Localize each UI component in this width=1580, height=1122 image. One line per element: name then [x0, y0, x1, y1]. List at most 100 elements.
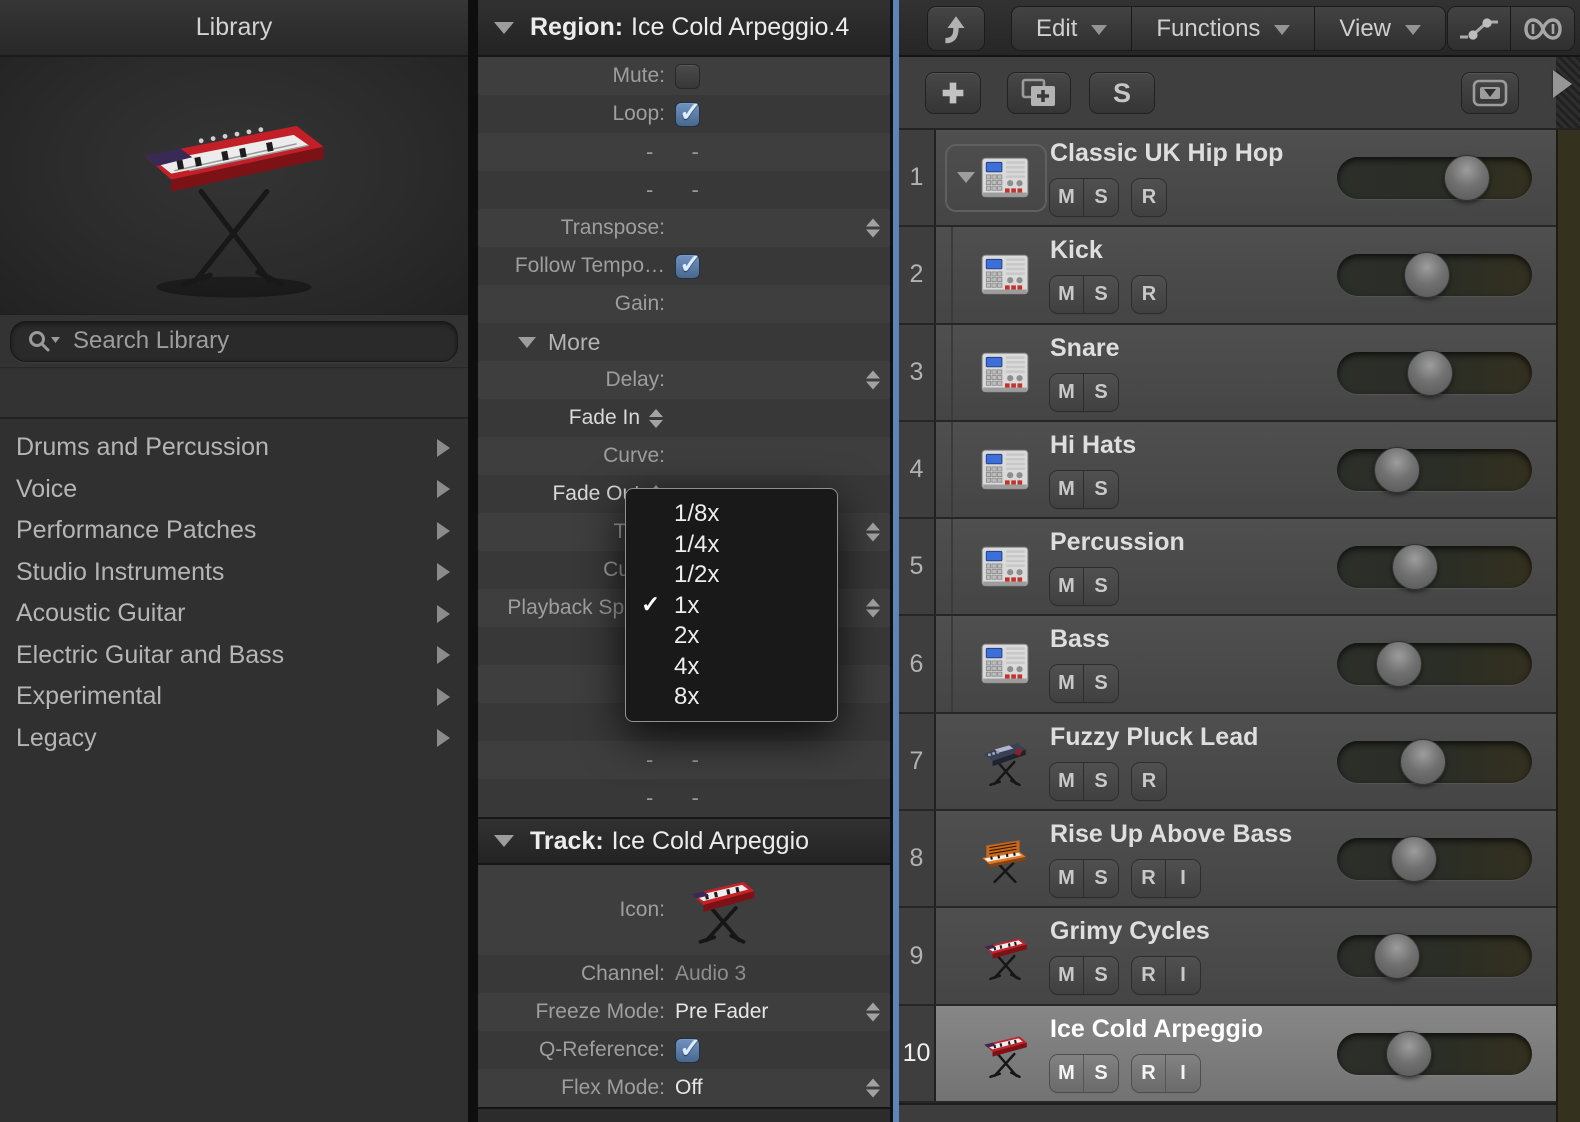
- solo-button[interactable]: S: [1084, 470, 1118, 508]
- mute-button[interactable]: M: [1050, 568, 1084, 606]
- solo-button[interactable]: S: [1084, 179, 1118, 216]
- menu-item[interactable]: 8x: [626, 682, 837, 713]
- menu-item[interactable]: 2x: [626, 621, 837, 652]
- volume-knob[interactable]: [1444, 155, 1490, 201]
- input-monitor-button[interactable]: I: [1166, 957, 1200, 995]
- mute-button[interactable]: M: [1050, 860, 1084, 898]
- solo-button[interactable]: S: [1084, 373, 1118, 411]
- volume-slider[interactable]: [1337, 738, 1532, 785]
- disclosure-triangle-icon[interactable]: [494, 21, 514, 34]
- track-header-row[interactable]: 7 Fuzzy Pluck Lead M S R: [899, 713, 1556, 812]
- record-enable-button[interactable]: R: [1132, 860, 1166, 898]
- library-category-item[interactable]: Experimental: [0, 676, 468, 718]
- stepper-control[interactable]: [864, 597, 882, 620]
- volume-knob[interactable]: [1376, 641, 1422, 688]
- track-icon-preview[interactable]: [679, 868, 765, 953]
- volume-slider[interactable]: [1337, 446, 1532, 493]
- checkbox[interactable]: [675, 249, 702, 280]
- mute-button[interactable]: M: [1050, 957, 1084, 995]
- menu-item[interactable]: 1/8x: [626, 499, 837, 530]
- library-category-item[interactable]: Performance Patches: [0, 510, 468, 552]
- stepper-control[interactable]: [864, 521, 882, 544]
- stepper-control[interactable]: [864, 369, 882, 392]
- volume-knob[interactable]: [1404, 252, 1450, 299]
- solo-button[interactable]: S: [1084, 762, 1118, 800]
- record-enable-button[interactable]: R: [1132, 957, 1166, 995]
- volume-slider[interactable]: [1337, 349, 1532, 396]
- track-header-row[interactable]: 2 Kick M S R: [899, 227, 1556, 325]
- library-search-field[interactable]: [10, 320, 458, 362]
- add-track-button[interactable]: [925, 72, 981, 114]
- mute-button[interactable]: M: [1050, 762, 1084, 800]
- volume-knob[interactable]: [1391, 836, 1437, 883]
- record-enable-button[interactable]: R: [1132, 276, 1166, 314]
- solo-button[interactable]: S: [1084, 276, 1118, 314]
- row-value[interactable]: Off: [675, 1076, 703, 1100]
- duplicate-track-button[interactable]: [1007, 72, 1071, 114]
- track-header-row[interactable]: 3 Snare M S: [899, 324, 1556, 422]
- stepper-control[interactable]: [864, 1001, 882, 1024]
- stepper-control[interactable]: [864, 1077, 882, 1100]
- checkbox[interactable]: [675, 1033, 702, 1064]
- track-header-row[interactable]: 4 Hi Hats M S: [899, 421, 1556, 520]
- region-inspector-header[interactable]: Region: Ice Cold Arpeggio.4: [478, 0, 890, 57]
- library-category-item[interactable]: Acoustic Guitar: [0, 593, 468, 635]
- mute-button[interactable]: M: [1050, 179, 1084, 216]
- hierarchy-up-button[interactable]: [927, 6, 985, 51]
- menu-item[interactable]: ✓ 1x: [626, 591, 837, 622]
- volume-knob[interactable]: [1392, 544, 1438, 591]
- volume-slider[interactable]: [1337, 155, 1532, 201]
- track-header-config-button[interactable]: [1461, 72, 1519, 114]
- mute-button[interactable]: M: [1050, 276, 1084, 314]
- volume-slider[interactable]: [1337, 544, 1532, 591]
- volume-knob[interactable]: [1374, 446, 1420, 493]
- menu-functions[interactable]: Functions: [1132, 7, 1316, 50]
- track-header-row[interactable]: 8 Rise Up Above Bass M S R I: [899, 811, 1556, 909]
- solo-button[interactable]: S: [1084, 665, 1118, 703]
- library-category-item[interactable]: Studio Instruments: [0, 552, 468, 594]
- mute-button[interactable]: M: [1050, 373, 1084, 411]
- track-header-row[interactable]: 1 Classic UK Hip Hop M S R: [899, 130, 1556, 228]
- mute-button[interactable]: M: [1050, 1054, 1084, 1092]
- solo-button[interactable]: S: [1084, 568, 1118, 606]
- menu-item[interactable]: 1/2x: [626, 560, 837, 591]
- menu-item[interactable]: 1/4x: [626, 530, 837, 561]
- volume-knob[interactable]: [1400, 738, 1446, 785]
- library-category-item[interactable]: Legacy: [0, 718, 468, 760]
- checkbox[interactable]: [675, 97, 702, 128]
- record-enable-button[interactable]: R: [1132, 762, 1166, 800]
- library-category-item[interactable]: Drums and Percussion: [0, 427, 468, 469]
- input-monitor-button[interactable]: I: [1166, 860, 1200, 898]
- volume-slider[interactable]: [1337, 641, 1532, 688]
- track-header-row[interactable]: 5 Percussion M S: [899, 519, 1556, 617]
- input-monitor-button[interactable]: I: [1166, 1054, 1200, 1092]
- solo-safe-button[interactable]: S: [1089, 72, 1155, 114]
- track-header-row[interactable]: 9 Grimy Cycles M S R I: [899, 908, 1556, 1006]
- menu-view[interactable]: View: [1315, 7, 1446, 50]
- volume-slider[interactable]: [1337, 933, 1532, 980]
- mute-button[interactable]: M: [1050, 665, 1084, 703]
- track-header-row[interactable]: 10 Ice Cold Arpeggio M S R I: [899, 1005, 1556, 1103]
- disclosure-triangle-icon[interactable]: [494, 835, 514, 847]
- row-value[interactable]: Pre Fader: [675, 1000, 768, 1024]
- search-icon[interactable]: [27, 329, 61, 353]
- volume-slider[interactable]: [1337, 252, 1532, 299]
- mute-button[interactable]: M: [1050, 470, 1084, 508]
- record-enable-button[interactable]: R: [1132, 179, 1166, 216]
- flex-button[interactable]: [1511, 7, 1574, 50]
- volume-slider[interactable]: [1337, 836, 1532, 883]
- solo-button[interactable]: S: [1084, 957, 1118, 995]
- menu-item[interactable]: 4x: [626, 652, 837, 683]
- track-header-row[interactable]: 6 Bass M S: [899, 616, 1556, 714]
- search-input[interactable]: [73, 327, 441, 355]
- disclosure-triangle-icon[interactable]: [957, 172, 975, 183]
- checkbox[interactable]: [675, 63, 700, 89]
- volume-knob[interactable]: [1407, 349, 1453, 396]
- stepper-control[interactable]: [647, 407, 665, 430]
- menu-edit[interactable]: Edit: [1012, 7, 1133, 50]
- volume-slider[interactable]: [1337, 1030, 1532, 1077]
- volume-knob[interactable]: [1386, 1030, 1432, 1077]
- chevron-right-icon[interactable]: [1553, 70, 1572, 98]
- solo-button[interactable]: S: [1084, 1054, 1118, 1092]
- more-disclosure[interactable]: More: [478, 329, 600, 356]
